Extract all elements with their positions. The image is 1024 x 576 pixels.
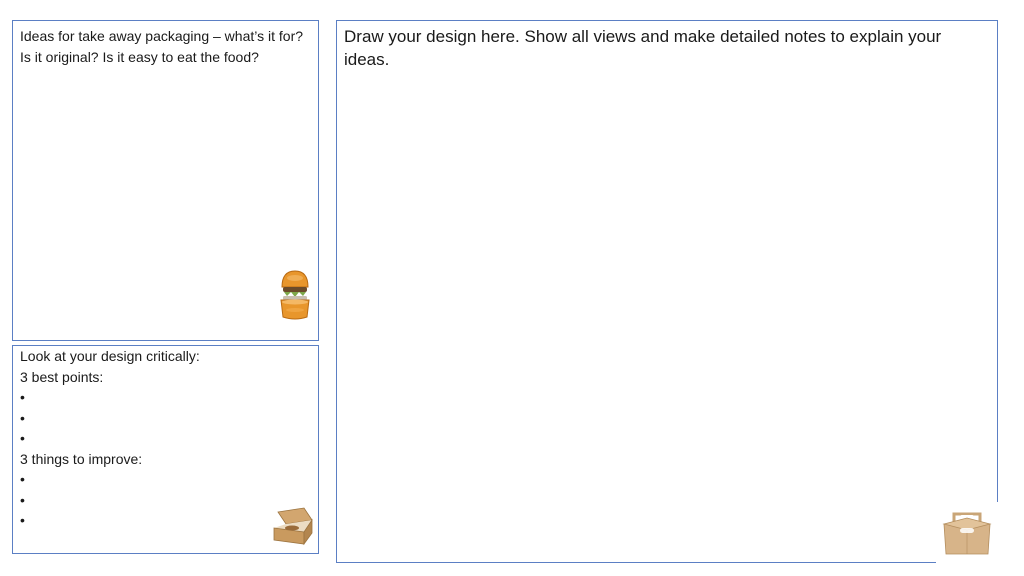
carry-box-icon bbox=[936, 502, 998, 564]
ideas-panel: Ideas for take away packaging – what’s i… bbox=[12, 20, 319, 341]
best-point-bullet-2 bbox=[20, 408, 310, 429]
best-point-bullet-3 bbox=[20, 428, 310, 449]
burger-packaging-icon bbox=[280, 270, 310, 320]
improve-label: 3 things to improve: bbox=[20, 450, 143, 467]
design-panel: Draw your design here. Show all views an… bbox=[336, 20, 998, 563]
ideas-prompt: Ideas for take away packaging – what’s i… bbox=[20, 28, 304, 65]
critical-heading: Look at your design critically: bbox=[20, 348, 200, 364]
improve-bullet-1 bbox=[20, 469, 310, 490]
design-prompt: Draw your design here. Show all views an… bbox=[344, 27, 942, 69]
clamshell-box-icon bbox=[266, 502, 318, 552]
best-points-label: 3 best points: bbox=[20, 368, 104, 385]
best-point-bullet-1 bbox=[20, 387, 310, 408]
